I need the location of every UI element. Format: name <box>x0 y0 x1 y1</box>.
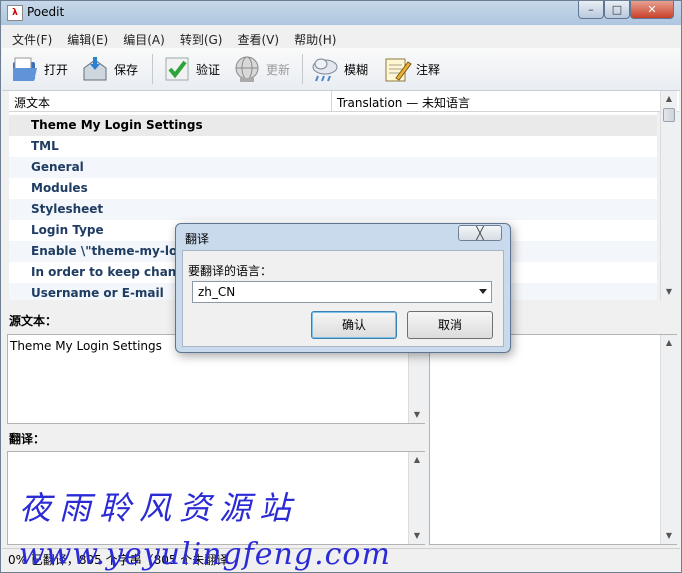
save-icon <box>83 57 107 81</box>
update-button[interactable]: 更新 <box>232 52 290 86</box>
list-item[interactable]: Modules <box>9 178 657 199</box>
comments-pane: ▲ ▼ <box>429 334 677 545</box>
notepad-pencil-icon <box>385 58 412 82</box>
menu-bar: 文件(F) 编辑(E) 编目(A) 转到(G) 查看(V) 帮助(H) <box>2 28 680 48</box>
menu-view[interactable]: 查看(V) <box>227 28 284 48</box>
scroll-up-arrow-icon[interactable]: ▲ <box>661 91 677 107</box>
comment-label: 注释 <box>416 62 441 77</box>
validate-button[interactable]: 验证 <box>162 52 220 86</box>
ok-button[interactable]: 确认 <box>311 311 397 339</box>
list-item-source: Modules <box>31 181 88 195</box>
source-pane-label: 源文本： <box>9 314 58 328</box>
watermark-title: 夜雨聆风资源站 <box>19 489 300 527</box>
dialog-title: 翻译 <box>185 232 210 246</box>
maximize-button[interactable]: □ <box>604 1 630 19</box>
list-item-source: Theme My Login Settings <box>31 118 203 132</box>
comments-scrollbar[interactable]: ▲ ▼ <box>660 335 677 544</box>
column-source[interactable]: 源文本 <box>14 94 50 111</box>
list-item-source: Enable \"theme-my-log <box>31 244 186 258</box>
fuzzy-label: 模糊 <box>344 62 369 77</box>
fuzzy-button[interactable]: 模糊 <box>310 52 368 86</box>
translate-language-dialog: 翻译 ╳ 要翻译的语言： zh_CN 确认 取消 <box>175 223 511 353</box>
scroll-down-arrow-icon[interactable]: ▼ <box>661 284 677 300</box>
menu-catalog[interactable]: 编目(A) <box>113 28 170 48</box>
toolbar-separator <box>302 54 303 84</box>
language-value: zh_CN <box>198 285 236 299</box>
list-item[interactable]: Stylesheet <box>9 199 657 220</box>
scroll-thumb[interactable] <box>663 108 675 122</box>
list-item-source: TML <box>31 139 59 153</box>
checkmark-icon <box>165 57 189 81</box>
list-scrollbar[interactable]: ▲ ▼ <box>660 91 677 300</box>
menu-edit[interactable]: 编辑(E) <box>57 28 113 48</box>
dialog-close-button[interactable]: ╳ <box>458 225 502 241</box>
column-divider[interactable] <box>331 91 332 111</box>
validate-label: 验证 <box>196 62 221 77</box>
menu-goto[interactable]: 转到(G) <box>170 28 228 48</box>
scroll-up-arrow-icon[interactable]: ▲ <box>661 335 677 351</box>
open-folder-icon <box>13 57 37 81</box>
menu-help[interactable]: 帮助(H) <box>284 28 341 48</box>
list-header: 源文本 Translation — 未知语言 <box>9 91 679 112</box>
globe-update-icon <box>235 56 259 82</box>
update-label: 更新 <box>266 62 291 77</box>
save-label: 保存 <box>114 62 139 77</box>
scroll-down-arrow-icon[interactable]: ▼ <box>409 407 425 423</box>
list-item-source: Login Type <box>31 223 104 237</box>
translation-pane-label: 翻译： <box>9 432 46 446</box>
list-item-source: Stylesheet <box>31 202 104 216</box>
cancel-button[interactable]: 取消 <box>407 311 493 339</box>
toolbar: 打开 保存 验证 更新 模糊 注释 <box>2 48 680 91</box>
language-prompt: 要翻译的语言： <box>188 264 273 278</box>
scroll-down-arrow-icon[interactable]: ▼ <box>409 528 425 544</box>
scroll-down-arrow-icon[interactable]: ▼ <box>661 528 677 544</box>
save-button[interactable]: 保存 <box>80 52 138 86</box>
toolbar-separator <box>152 54 153 84</box>
poedit-app-icon: λ <box>7 5 23 21</box>
menu-file[interactable]: 文件(F) <box>2 28 57 48</box>
cloud-icon <box>312 58 338 82</box>
chevron-down-icon[interactable] <box>479 289 487 294</box>
column-translation[interactable]: Translation — 未知语言 <box>337 94 470 111</box>
list-item[interactable]: Theme My Login Settings <box>9 115 657 136</box>
translation-scrollbar[interactable]: ▲ ▼ <box>408 452 425 544</box>
watermark-url: www.yeyulingfeng.com <box>19 537 391 572</box>
scroll-up-arrow-icon[interactable]: ▲ <box>409 452 425 468</box>
title-bar[interactable]: λ Poedit – □ ✕ <box>1 1 681 25</box>
comment-button[interactable]: 注释 <box>382 52 440 86</box>
list-item-source: General <box>31 160 84 174</box>
open-button[interactable]: 打开 <box>10 52 68 86</box>
list-item-source: In order to keep change <box>31 265 194 279</box>
close-button[interactable]: ✕ <box>630 1 674 19</box>
list-item[interactable]: General <box>9 157 657 178</box>
list-item[interactable]: TML <box>9 136 657 157</box>
language-select[interactable]: zh_CN <box>192 281 492 303</box>
minimize-button[interactable]: – <box>578 1 604 19</box>
poedit-window: λ Poedit – □ ✕ 文件(F) 编辑(E) 编目(A) 转到(G) 查看(V)… <box>0 0 682 573</box>
open-label: 打开 <box>44 62 69 77</box>
window-title: Poedit <box>27 5 65 19</box>
list-item-source: Username or E-mail <box>31 286 164 300</box>
source-text: Theme My Login Settings <box>10 339 162 353</box>
